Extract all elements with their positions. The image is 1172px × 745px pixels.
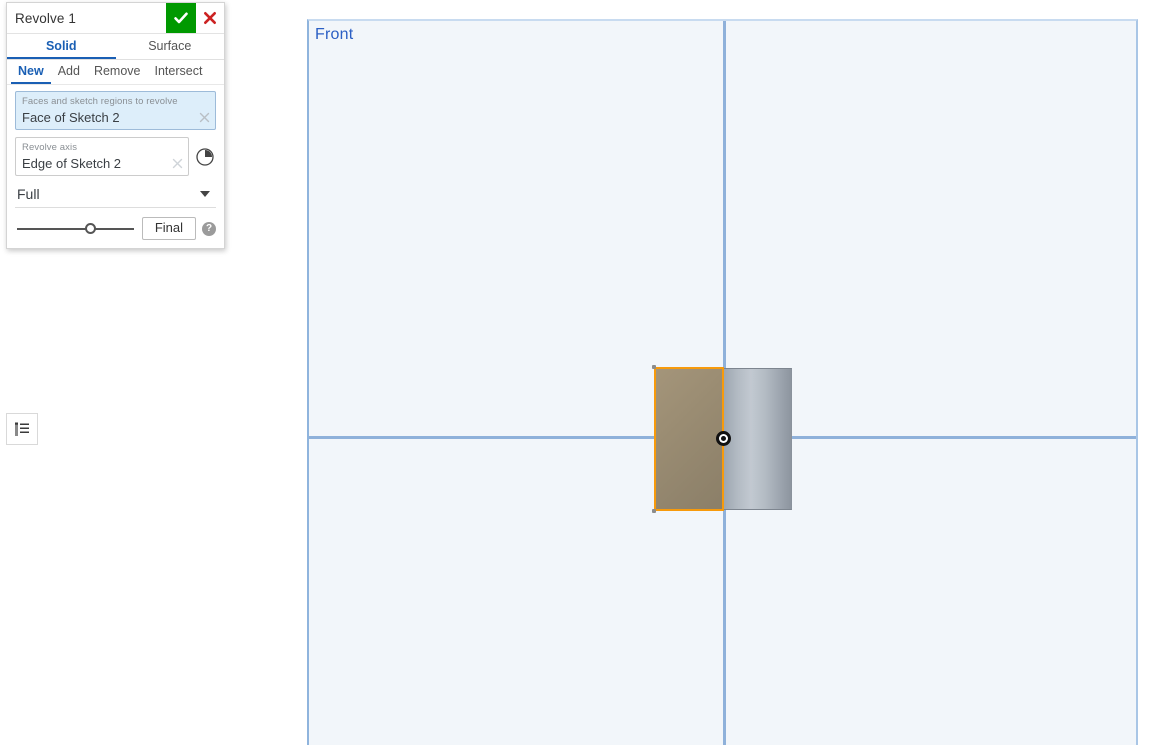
revolve-type-value: Full <box>17 186 40 202</box>
tab-remove[interactable]: Remove <box>87 61 148 84</box>
chevron-down-icon <box>200 191 210 197</box>
revolve-axis-row: Revolve axis Edge of Sketch 2 <box>15 137 216 176</box>
view-orientation-label: Front <box>315 26 354 43</box>
selected-sketch-face[interactable] <box>654 367 724 511</box>
secondary-tab-bar: New Add Remove Intersect <box>7 60 224 85</box>
dialog-header: Revolve 1 <box>7 3 224 34</box>
checkmark-icon <box>174 12 188 24</box>
sketch-vertex <box>652 365 656 369</box>
dialog-body: Faces and sketch regions to revolve Face… <box>7 85 224 248</box>
revolve-direction-button[interactable] <box>194 146 216 168</box>
feature-list-toggle-button[interactable] <box>6 413 38 445</box>
tab-intersect[interactable]: Intersect <box>148 61 210 84</box>
feature-list-icon <box>15 422 29 436</box>
revolved-model[interactable] <box>652 346 794 513</box>
sketch-vertex <box>652 509 656 513</box>
tab-surface[interactable]: Surface <box>116 34 225 59</box>
slider-track <box>17 227 134 230</box>
accept-button[interactable] <box>166 3 196 33</box>
origin-ring-inner <box>721 436 726 441</box>
clock-angle-icon <box>196 147 214 166</box>
tab-solid[interactable]: Solid <box>7 34 116 59</box>
final-button[interactable]: Final <box>141 217 196 240</box>
revolve-axis-field[interactable]: Revolve axis Edge of Sketch 2 <box>15 137 189 176</box>
revolved-body-surface[interactable] <box>722 368 792 510</box>
cancel-button[interactable] <box>196 3 224 33</box>
tab-add[interactable]: Add <box>51 61 87 84</box>
preview-slider-row: Final ? <box>15 217 216 240</box>
origin-point-marker[interactable] <box>716 431 731 446</box>
revolve-axis-clear-icon[interactable] <box>172 158 183 171</box>
graphics-viewport[interactable]: Front <box>307 19 1138 745</box>
preview-slider[interactable] <box>15 221 136 237</box>
faces-to-revolve-label: Faces and sketch regions to revolve <box>22 96 178 107</box>
revolve-axis-value: Edge of Sketch 2 <box>22 156 122 171</box>
dialog-title: Revolve 1 <box>15 10 76 26</box>
close-x-icon <box>172 158 183 169</box>
primary-tab-bar: Solid Surface <box>7 34 224 60</box>
help-icon[interactable]: ? <box>202 221 216 236</box>
close-x-icon <box>204 12 216 24</box>
tab-new[interactable]: New <box>11 61 51 84</box>
faces-clear-icon[interactable] <box>199 112 210 125</box>
faces-to-revolve-value: Face of Sketch 2 <box>22 110 120 125</box>
close-x-icon <box>199 112 210 123</box>
slider-thumb[interactable] <box>84 222 96 234</box>
revolve-type-dropdown[interactable]: Full <box>15 181 216 208</box>
faces-to-revolve-field[interactable]: Faces and sketch regions to revolve Face… <box>15 91 216 130</box>
revolve-feature-dialog: Revolve 1 Solid Surface New Add Remove I… <box>6 2 225 249</box>
revolve-axis-label: Revolve axis <box>22 142 78 153</box>
